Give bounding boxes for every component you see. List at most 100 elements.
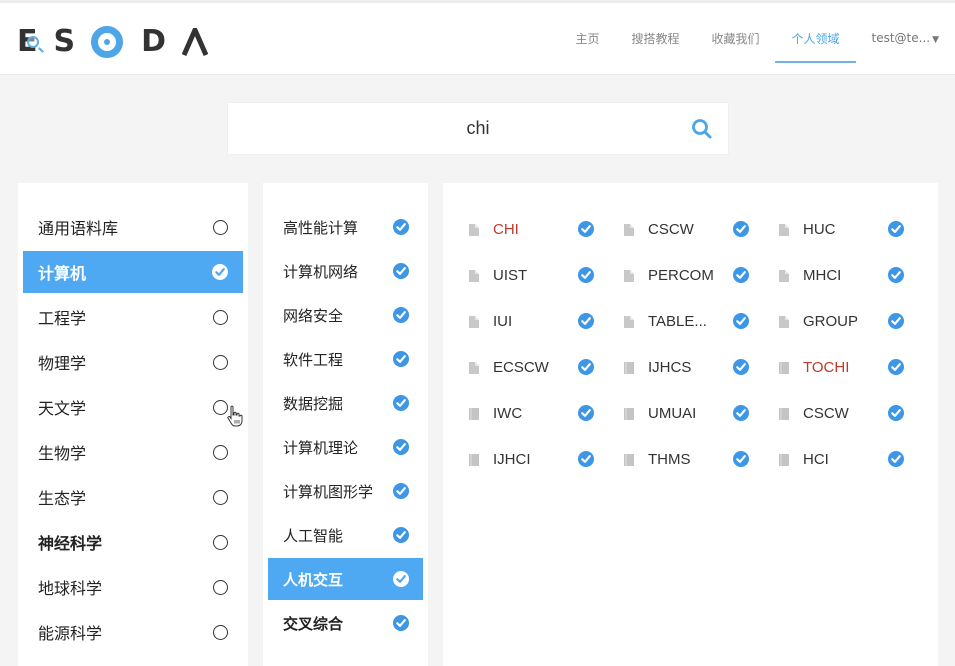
- subfield-item[interactable]: 计算机理论: [268, 426, 423, 468]
- check-circle-icon[interactable]: [393, 615, 409, 631]
- conference-doc-icon: [778, 314, 790, 328]
- venue-item[interactable]: THMS: [623, 436, 778, 482]
- discipline-label: 物理学: [38, 354, 87, 373]
- check-circle-icon[interactable]: [733, 267, 749, 283]
- radio-circle-icon[interactable]: [213, 579, 228, 595]
- venue-item[interactable]: CSCW: [623, 206, 778, 252]
- discipline-item[interactable]: 生物学: [23, 431, 243, 473]
- discipline-item[interactable]: 生态学: [23, 476, 243, 518]
- check-circle-icon[interactable]: [393, 439, 409, 455]
- check-circle-icon[interactable]: [578, 359, 594, 375]
- conference-doc-icon: [778, 268, 790, 282]
- subfield-item[interactable]: 网络安全: [268, 294, 423, 336]
- venue-item[interactable]: IUI: [468, 298, 623, 344]
- journal-icon: [778, 360, 790, 374]
- radio-circle-icon[interactable]: [213, 309, 228, 325]
- venue-item[interactable]: ECSCW: [468, 344, 623, 390]
- check-circle-icon[interactable]: [888, 313, 904, 329]
- check-circle-icon[interactable]: [393, 483, 409, 499]
- user-menu[interactable]: test@te... ▼: [872, 31, 940, 45]
- venue-item[interactable]: CHI: [468, 206, 623, 252]
- radio-circle-icon[interactable]: [213, 534, 228, 550]
- check-circle-icon[interactable]: [733, 359, 749, 375]
- search-button[interactable]: [690, 117, 714, 141]
- discipline-item[interactable]: 天文学: [23, 386, 243, 428]
- radio-circle-icon[interactable]: [213, 444, 228, 460]
- check-circle-icon[interactable]: [733, 405, 749, 421]
- nav-home[interactable]: 主页: [575, 31, 599, 61]
- radio-circle-icon[interactable]: [213, 399, 228, 415]
- subfield-item[interactable]: 计算机图形学: [268, 470, 423, 512]
- venue-item[interactable]: UMUAI: [623, 390, 778, 436]
- venue-name: CSCW: [803, 404, 849, 422]
- venue-item[interactable]: IJHCS: [623, 344, 778, 390]
- check-circle-icon[interactable]: [888, 451, 904, 467]
- venue-item[interactable]: HUC: [778, 206, 933, 252]
- subfield-label: 人工智能: [283, 526, 344, 545]
- venue-item[interactable]: GROUP: [778, 298, 933, 344]
- check-circle-icon[interactable]: [578, 313, 594, 329]
- discipline-item[interactable]: 地球科学: [23, 566, 243, 608]
- venue-item[interactable]: MHCI: [778, 252, 933, 298]
- check-circle-icon[interactable]: [733, 221, 749, 237]
- check-circle-icon[interactable]: [888, 221, 904, 237]
- subfield-item[interactable]: 交叉综合: [268, 602, 423, 644]
- discipline-item[interactable]: 工程学: [23, 296, 243, 338]
- subfield-item[interactable]: 人机交互: [268, 558, 423, 600]
- check-circle-icon[interactable]: [888, 359, 904, 375]
- check-circle-icon[interactable]: [393, 395, 409, 411]
- check-circle-icon[interactable]: [578, 221, 594, 237]
- venue-item[interactable]: PERCOM: [623, 252, 778, 298]
- subfield-item[interactable]: 人工智能: [268, 514, 423, 556]
- venue-item[interactable]: TABLE...: [623, 298, 778, 344]
- nav-personal-field[interactable]: 个人领域: [775, 31, 856, 63]
- discipline-item[interactable]: 计算机: [23, 251, 243, 293]
- venue-item[interactable]: TOCHI: [778, 344, 933, 390]
- check-circle-icon[interactable]: [393, 263, 409, 279]
- venue-item[interactable]: HCI: [778, 436, 933, 482]
- check-circle-icon[interactable]: [578, 405, 594, 421]
- radio-circle-icon[interactable]: [213, 219, 228, 235]
- venue-item[interactable]: IJHCI: [468, 436, 623, 482]
- esoda-logo[interactable]: E S D: [17, 25, 209, 59]
- check-circle-icon[interactable]: [733, 313, 749, 329]
- subfield-item[interactable]: 软件工程: [268, 338, 423, 380]
- venue-name: CSCW: [648, 220, 694, 238]
- venue-item[interactable]: UIST: [468, 252, 623, 298]
- subfield-item[interactable]: 高性能计算: [268, 206, 423, 248]
- check-circle-icon[interactable]: [393, 351, 409, 367]
- conference-doc-icon: [468, 360, 480, 374]
- check-circle-icon[interactable]: [212, 264, 228, 280]
- venue-item[interactable]: IWC: [468, 390, 623, 436]
- subfield-item[interactable]: 数据挖掘: [268, 382, 423, 424]
- discipline-item[interactable]: 物理学: [23, 341, 243, 383]
- venue-name: HCI: [803, 450, 829, 468]
- check-circle-icon[interactable]: [393, 527, 409, 543]
- discipline-label: 天文学: [38, 399, 87, 418]
- conference-doc-icon: [468, 314, 480, 328]
- check-circle-icon[interactable]: [578, 267, 594, 283]
- discipline-item[interactable]: 神经科学: [23, 521, 243, 563]
- search-icon: [692, 119, 712, 139]
- check-circle-icon[interactable]: [888, 405, 904, 421]
- check-circle-icon[interactable]: [393, 571, 409, 587]
- radio-circle-icon[interactable]: [213, 354, 228, 370]
- logo-letter-a-icon: [182, 28, 209, 56]
- check-circle-icon[interactable]: [888, 267, 904, 283]
- discipline-item[interactable]: 通用语料库: [23, 206, 243, 248]
- radio-circle-icon[interactable]: [213, 489, 228, 505]
- search-input[interactable]: [228, 103, 668, 154]
- radio-circle-icon[interactable]: [213, 624, 228, 640]
- nav-tutorial[interactable]: 搜搭教程: [631, 31, 679, 61]
- venue-item[interactable]: CSCW: [778, 390, 933, 436]
- discipline-item[interactable]: 能源科学: [23, 611, 243, 653]
- check-circle-icon[interactable]: [733, 451, 749, 467]
- conference-doc-icon: [623, 268, 635, 282]
- subfield-item[interactable]: 计算机网络: [268, 250, 423, 292]
- nav-bookmark-us[interactable]: 收藏我们: [711, 31, 759, 61]
- user-email: test@te...: [871, 31, 931, 45]
- subfield-label: 计算机理论: [283, 438, 359, 457]
- check-circle-icon[interactable]: [578, 451, 594, 467]
- check-circle-icon[interactable]: [393, 307, 409, 323]
- check-circle-icon[interactable]: [393, 219, 409, 235]
